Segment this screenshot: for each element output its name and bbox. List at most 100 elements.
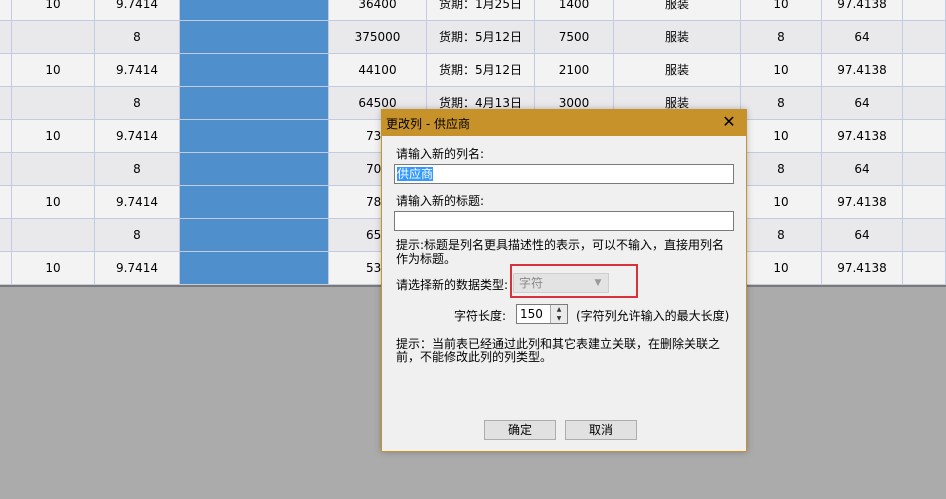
table-cell[interactable]: 8 <box>741 153 822 186</box>
row-header-cell[interactable] <box>0 87 12 120</box>
coltitle-input[interactable] <box>394 211 734 231</box>
table-row[interactable]: 10 9.7414 36400 货期：1月25日 1400 服装 10 97.4138 <box>0 0 946 21</box>
close-icon[interactable]: ✕ <box>712 110 746 136</box>
table-cell[interactable]: 9.7414 <box>95 186 180 219</box>
cancel-button[interactable]: 取消 <box>565 420 637 440</box>
table-cell[interactable]: 64 <box>822 153 903 186</box>
table-cell[interactable]: 64 <box>822 219 903 252</box>
table-cell[interactable] <box>180 120 329 153</box>
table-cell[interactable]: 97.4138 <box>822 252 903 285</box>
table-cell[interactable]: 8 <box>741 219 822 252</box>
row-header-cell[interactable] <box>0 219 12 252</box>
type-label: 请选择新的数据类型: <box>396 278 509 292</box>
table-cell[interactable]: 10 <box>741 252 822 285</box>
table-cell[interactable]: 97.4138 <box>822 120 903 153</box>
table-cell[interactable]: 9.7414 <box>95 0 180 21</box>
table-cell[interactable]: 10 <box>741 0 822 21</box>
table-row[interactable]: 8 375000 货期：5月12日 7500 服装 8 64 <box>0 21 946 54</box>
table-cell[interactable]: 10 <box>12 252 95 285</box>
table-cell[interactable]: 8 <box>95 21 180 54</box>
table-cell[interactable]: 1400 <box>535 0 614 21</box>
table-cell[interactable]: 10 <box>12 0 95 21</box>
change-column-dialog: 更改列 - 供应商 ✕ 请输入新的列名: 供应商 请输入新的标题: 提示:标题是… <box>381 109 747 452</box>
table-cell[interactable] <box>180 186 329 219</box>
dialog-title: 更改列 - 供应商 <box>386 117 470 131</box>
title-hint-text: 提示:标题是列名更具描述性的表示，可以不输入，直接用列名作为标题。 <box>396 238 725 266</box>
table-cell[interactable]: 货期：1月25日 <box>427 0 535 21</box>
table-cell[interactable] <box>180 252 329 285</box>
row-header-cell[interactable] <box>0 0 12 21</box>
row-header-cell[interactable] <box>0 21 12 54</box>
row-header-cell[interactable] <box>0 153 12 186</box>
table-cell[interactable]: 货期：5月12日 <box>427 21 535 54</box>
table-cell[interactable]: 10 <box>741 186 822 219</box>
table-cell[interactable]: 375000 <box>329 21 427 54</box>
table-cell[interactable] <box>12 21 95 54</box>
table-cell[interactable] <box>180 21 329 54</box>
row-header-cell[interactable] <box>0 252 12 285</box>
length-value: 150 <box>520 307 543 321</box>
table-cell[interactable]: 9.7414 <box>95 54 180 87</box>
table-cell[interactable]: 服装 <box>614 21 741 54</box>
table-cell[interactable]: 10 <box>12 54 95 87</box>
colname-label: 请输入新的列名: <box>396 147 485 161</box>
table-cell[interactable]: 8 <box>95 87 180 120</box>
row-header-cell[interactable] <box>0 120 12 153</box>
table-cell[interactable] <box>12 219 95 252</box>
spin-control: ▲ ▼ <box>550 305 567 323</box>
table-cell[interactable]: 8 <box>741 21 822 54</box>
table-cell[interactable]: 44100 <box>329 54 427 87</box>
table-cell[interactable]: 36400 <box>329 0 427 21</box>
table-cell[interactable]: 8 <box>95 219 180 252</box>
table-cell[interactable]: 8 <box>741 87 822 120</box>
table-cell[interactable]: 97.4138 <box>822 186 903 219</box>
table-row[interactable]: 10 9.7414 44100 货期：5月12日 2100 服装 10 97.4138 <box>0 54 946 87</box>
table-cell[interactable]: 10 <box>12 186 95 219</box>
row-header-cell[interactable] <box>0 186 12 219</box>
table-cell[interactable] <box>903 186 946 219</box>
table-cell[interactable]: 2100 <box>535 54 614 87</box>
table-cell[interactable] <box>903 87 946 120</box>
type-select[interactable]: 字符 ▼ <box>513 273 609 293</box>
table-cell[interactable]: 8 <box>95 153 180 186</box>
table-cell[interactable] <box>180 0 329 21</box>
table-cell[interactable] <box>903 120 946 153</box>
table-cell[interactable]: 7500 <box>535 21 614 54</box>
table-cell[interactable] <box>12 87 95 120</box>
table-cell[interactable]: 9.7414 <box>95 120 180 153</box>
table-cell[interactable]: 10 <box>12 120 95 153</box>
table-cell[interactable] <box>180 87 329 120</box>
spin-down-icon[interactable]: ▼ <box>551 314 567 323</box>
table-cell[interactable]: 服装 <box>614 54 741 87</box>
row-header-cell[interactable] <box>0 54 12 87</box>
ok-button[interactable]: 确定 <box>484 420 556 440</box>
table-cell[interactable]: 服装 <box>614 0 741 21</box>
table-cell[interactable]: 10 <box>741 54 822 87</box>
table-cell[interactable] <box>12 153 95 186</box>
colname-input[interactable]: 供应商 <box>394 164 734 184</box>
coltitle-label: 请输入新的标题: <box>396 194 485 208</box>
table-cell[interactable] <box>903 54 946 87</box>
table-cell[interactable]: 97.4138 <box>822 54 903 87</box>
dialog-titlebar[interactable]: 更改列 - 供应商 ✕ <box>382 110 746 136</box>
table-cell[interactable] <box>903 252 946 285</box>
table-cell[interactable]: 9.7414 <box>95 252 180 285</box>
table-cell[interactable]: 97.4138 <box>822 0 903 21</box>
length-label: 字符长度: <box>454 309 507 323</box>
table-cell[interactable] <box>180 54 329 87</box>
table-cell[interactable] <box>903 0 946 21</box>
table-cell[interactable] <box>903 219 946 252</box>
table-cell[interactable]: 64 <box>822 87 903 120</box>
table-cell[interactable]: 货期：5月12日 <box>427 54 535 87</box>
table-cell[interactable] <box>903 153 946 186</box>
table-cell[interactable] <box>180 153 329 186</box>
table-cell[interactable]: 64 <box>822 21 903 54</box>
table-cell[interactable] <box>180 219 329 252</box>
type-select-value: 字符 <box>519 276 544 290</box>
table-cell[interactable] <box>903 21 946 54</box>
relation-hint-text: 提示：当前表已经通过此列和其它表建立关联，在删除关联之前，不能修改此列的列类型。 <box>396 337 721 364</box>
chevron-down-icon: ▼ <box>594 278 602 288</box>
colname-input-value: 供应商 <box>397 167 434 181</box>
length-stepper[interactable]: 150 ▲ ▼ <box>516 304 568 324</box>
table-cell[interactable]: 10 <box>741 120 822 153</box>
